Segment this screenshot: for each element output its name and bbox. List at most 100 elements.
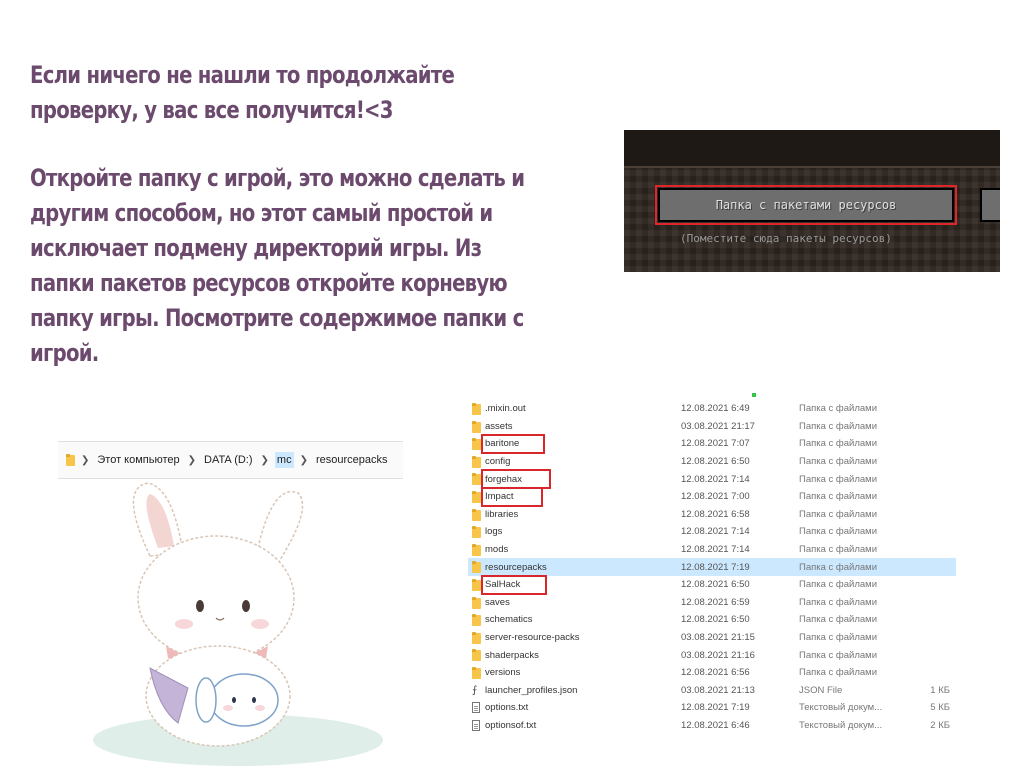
minecraft-divider — [624, 166, 1000, 168]
file-row[interactable]: logs 12.08.2021 7:14 Папка с файлами — [468, 523, 956, 541]
file-name: versions — [485, 667, 521, 679]
file-date: 12.08.2021 6:59 — [681, 596, 750, 608]
folder-icon — [472, 631, 481, 644]
file-row[interactable]: assets 03.08.2021 21:17 Папка с файлами — [468, 418, 956, 436]
file-size: 1 КБ — [930, 684, 950, 696]
file-date: 03.08.2021 21:13 — [681, 684, 755, 696]
file-type: Папка с файлами — [799, 420, 878, 432]
file-name: saves — [485, 596, 510, 608]
file-date: 12.08.2021 7:00 — [681, 491, 750, 503]
file-date: 03.08.2021 21:15 — [681, 632, 755, 644]
file-name: config — [485, 456, 511, 468]
folder-icon — [472, 667, 481, 679]
file-row[interactable]: baritone 12.08.2021 7:07 Папка с файлами — [468, 435, 956, 453]
minecraft-top-band — [624, 130, 1000, 166]
file-type: Папка с файлами — [799, 491, 878, 503]
file-type: Текстовый докум... — [799, 720, 883, 732]
file-name: optionsof.txt — [485, 720, 537, 732]
file-row[interactable]: saves 12.08.2021 6:59 Папка с файлами — [468, 594, 956, 612]
file-name: options.txt — [485, 702, 529, 714]
folder-icon — [472, 491, 481, 503]
file-type: Папка с файлами — [799, 667, 878, 679]
folder-icon — [472, 543, 481, 556]
explorer-address-bar[interactable]: ❯ Этот компьютер ❯ DATA (D:) ❯ mc ❯ reso… — [58, 441, 403, 479]
file-type: Папка с файлами — [799, 632, 878, 644]
file-name: resourcepacks — [485, 561, 547, 573]
file-type: Папка с файлами — [799, 473, 878, 485]
file-type: Папка с файлами — [799, 438, 878, 450]
file-type: JSON File — [799, 684, 843, 696]
file-type: Папка с файлами — [799, 649, 878, 661]
file-name: logs — [485, 526, 503, 538]
status-dot — [752, 393, 756, 397]
done-button-partial[interactable] — [980, 188, 1000, 222]
breadcrumb-data-drive[interactable]: DATA (D:) — [202, 452, 254, 468]
file-type: Текстовый докум... — [799, 702, 883, 714]
file-row[interactable]: shaderpacks 03.08.2021 21:16 Папка с файла… — [468, 646, 956, 664]
file-row[interactable]: mods 12.08.2021 7:14 Папка с файлами — [468, 541, 956, 559]
file-row[interactable]: resourcepacks 12.08.2021 7:19 Папка с файл… — [468, 558, 956, 576]
file-type: Папка с файлами — [799, 544, 878, 556]
file-row[interactable]: .mixin.out 12.08.2021 6:49 Папка с файлами — [468, 400, 956, 418]
resource-packs-hint: (Поместите сюда пакеты ресурсов) — [680, 232, 892, 245]
folder-icon — [472, 614, 481, 627]
file-row[interactable]: libraries 12.08.2021 6:58 Папка с файлами — [468, 506, 956, 524]
file-row[interactable]: config 12.08.2021 6:50 Папка с файлами — [468, 453, 956, 471]
folder-icon — [472, 526, 481, 539]
open-resource-packs-folder-button[interactable]: Папка с пакетами ресурсов — [658, 188, 954, 222]
file-row[interactable]: forgehax 12.08.2021 7:14 Папка с файлами — [468, 470, 956, 488]
json-file-icon: ⨍ — [472, 684, 478, 696]
file-type: Папка с файлами — [799, 456, 878, 468]
file-name: launcher_profiles.json — [485, 684, 578, 696]
file-name: .mixin.out — [485, 403, 526, 415]
file-row[interactable]: ⨍ launcher_profiles.json 03.08.2021 21:13 J… — [468, 682, 956, 700]
file-row[interactable]: SalHack 12.08.2021 6:50 Папка с файлами — [468, 576, 956, 594]
folder-icon — [472, 438, 481, 451]
file-row[interactable]: Impact 12.08.2021 7:00 Папка с файлами — [468, 488, 956, 506]
file-name: Impact — [485, 491, 514, 503]
file-row[interactable]: versions 12.08.2021 6:56 Папка с файлами — [468, 664, 956, 682]
file-date: 12.08.2021 7:19 — [681, 702, 750, 714]
file-name: mods — [485, 544, 509, 556]
breadcrumb-mc[interactable]: mc — [274, 452, 294, 468]
file-name: assets — [485, 420, 513, 432]
file-date: 12.08.2021 7:14 — [681, 544, 750, 556]
file-row[interactable]: optionsof.txt 12.08.2021 6:46 Текстовый до… — [468, 717, 956, 735]
file-type: Папка с файлами — [799, 403, 878, 415]
file-date: 12.08.2021 6:50 — [681, 614, 750, 626]
file-date: 12.08.2021 6:50 — [681, 579, 750, 591]
file-type: Папка с файлами — [799, 596, 878, 608]
file-row[interactable]: schematics 12.08.2021 6:50 Папка с файлами — [468, 611, 956, 629]
file-date: 03.08.2021 21:17 — [681, 420, 755, 432]
breadcrumb-resourcepacks[interactable]: resourcepacks — [314, 452, 390, 468]
chevron-right-icon: ❯ — [81, 454, 90, 466]
chevron-right-icon: ❯ — [187, 454, 197, 466]
folder-icon — [472, 579, 481, 591]
instruction-text: Если ничего не нашли то продолжайте пров… — [30, 58, 530, 371]
folder-icon — [472, 596, 481, 609]
breadcrumb-this-pc[interactable]: Этот компьютер — [95, 452, 181, 468]
file-size: 2 КБ — [930, 720, 950, 732]
instruction-paragraph-2: Откройте папку с игрой, это можно сделат… — [30, 164, 525, 367]
file-name: schematics — [485, 614, 533, 626]
file-name: SalHack — [485, 579, 521, 591]
file-type: Папка с файлами — [799, 614, 878, 626]
file-type: Папка с файлами — [799, 561, 878, 573]
file-row[interactable]: options.txt 12.08.2021 7:19 Текстовый доку… — [468, 699, 956, 717]
folder-icon — [472, 508, 481, 521]
file-name: shaderpacks — [485, 649, 539, 661]
folder-icon — [472, 420, 481, 433]
instruction-paragraph-1: Если ничего не нашли то продолжайте пров… — [30, 61, 455, 124]
file-date: 03.08.2021 21:16 — [681, 649, 755, 661]
file-row[interactable]: server-resource-packs 03.08.2021 21:15 Пап… — [468, 629, 956, 647]
file-date: 12.08.2021 6:58 — [681, 508, 750, 520]
file-name: libraries — [485, 508, 519, 520]
file-date: 12.08.2021 6:56 — [681, 667, 750, 679]
file-date: 12.08.2021 7:07 — [681, 438, 750, 450]
folder-icon — [472, 649, 481, 662]
file-size: 5 КБ — [930, 702, 950, 714]
folder-icon — [66, 454, 75, 466]
file-name: server-resource-packs — [485, 632, 580, 644]
folder-icon — [472, 403, 481, 415]
file-date: 12.08.2021 7:14 — [681, 526, 750, 538]
